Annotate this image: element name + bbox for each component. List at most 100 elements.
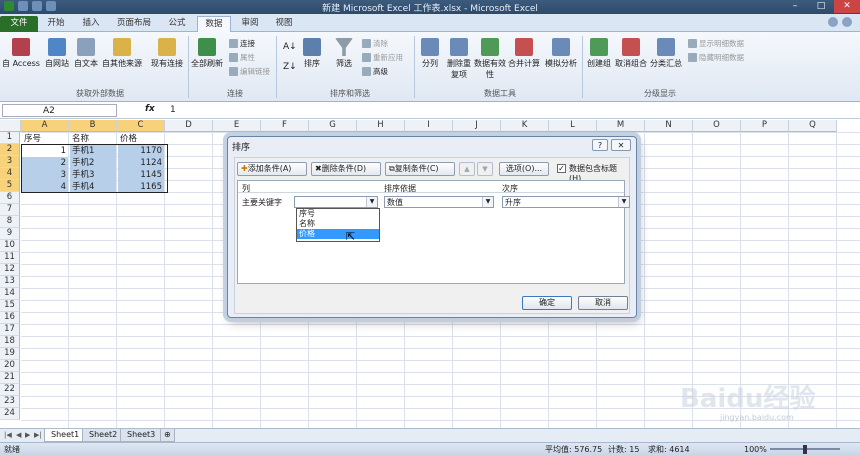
tab-home[interactable]: 开始 <box>40 16 72 32</box>
move-up-icon[interactable]: ▲ <box>459 162 475 176</box>
chevron-down-icon[interactable]: ▼ <box>618 197 629 207</box>
from-text-button[interactable]: 自文本 <box>72 38 100 69</box>
column-header-l[interactable]: L <box>549 120 597 132</box>
dropdown-option[interactable]: 序号 <box>297 209 379 219</box>
row-header[interactable]: 18 <box>0 336 20 348</box>
refresh-all-button[interactable]: 全部刷新 <box>190 38 224 69</box>
column-header-c[interactable]: C <box>117 120 165 132</box>
tab-review[interactable]: 审阅 <box>234 16 266 32</box>
tab-insert[interactable]: 插入 <box>75 16 107 32</box>
minimize-icon[interactable]: – <box>782 0 808 13</box>
row-header[interactable]: 23 <box>0 396 20 408</box>
row-header[interactable]: 16 <box>0 312 20 324</box>
column-header-q[interactable]: Q <box>789 120 837 132</box>
ok-button[interactable]: 确定 <box>522 296 572 310</box>
row-header[interactable]: 21 <box>0 372 20 384</box>
data-validation-button[interactable]: 数据有效性 <box>474 38 506 80</box>
sheet-tab[interactable]: Sheet2 <box>82 429 125 442</box>
row-header[interactable]: 13 <box>0 276 20 288</box>
row-header[interactable]: 6 <box>0 192 20 204</box>
column-header-n[interactable]: N <box>645 120 693 132</box>
edit-links-button[interactable]: 编辑链接 <box>229 66 270 77</box>
sort-asc-button[interactable]: A↓ <box>283 42 297 52</box>
sheet-tab[interactable]: Sheet3 <box>120 429 163 442</box>
advanced-button[interactable]: 高级 <box>362 66 388 77</box>
row-header[interactable]: 19 <box>0 348 20 360</box>
sort-on-select[interactable]: 数值 ▼ <box>384 196 494 208</box>
existing-connections-button[interactable]: 现有连接 <box>148 38 186 69</box>
row-header[interactable]: 20 <box>0 360 20 372</box>
row-header[interactable]: 17 <box>0 324 20 336</box>
row-header[interactable]: 11 <box>0 252 20 264</box>
column-header-p[interactable]: P <box>741 120 789 132</box>
from-access-button[interactable]: 自 Access <box>2 38 40 69</box>
sort-desc-button[interactable]: Z↓ <box>283 62 297 72</box>
maximize-icon[interactable]: □ <box>808 0 834 13</box>
select-all-corner[interactable] <box>0 120 21 132</box>
column-header-e[interactable]: E <box>213 120 261 132</box>
row-header[interactable]: 8 <box>0 216 20 228</box>
filter-button[interactable]: 筛选 <box>332 38 356 69</box>
first-sheet-icon[interactable]: |◀ <box>4 431 12 439</box>
row-header[interactable]: 7 <box>0 204 20 216</box>
from-other-button[interactable]: 自其他来源 <box>100 38 144 69</box>
tab-formulas[interactable]: 公式 <box>160 16 194 32</box>
column-header-f[interactable]: F <box>261 120 309 132</box>
column-header-m[interactable]: M <box>597 120 645 132</box>
hide-detail-button[interactable]: 隐藏明细数据 <box>688 52 744 63</box>
dialog-close-button[interactable]: ✕ <box>611 139 631 151</box>
column-header-g[interactable]: G <box>309 120 357 132</box>
column-header-a[interactable]: A <box>21 120 69 132</box>
chevron-down-icon[interactable]: ▼ <box>482 197 493 207</box>
column-header-d[interactable]: D <box>165 120 213 132</box>
delete-level-button[interactable]: ✖删除条件(D) <box>311 162 381 176</box>
ungroup-button[interactable]: 取消组合 <box>614 38 648 69</box>
formula-input[interactable]: 1 <box>170 105 176 115</box>
row-header[interactable]: 9 <box>0 228 20 240</box>
consolidate-button[interactable]: 合并计算 <box>506 38 542 69</box>
row-header[interactable]: 22 <box>0 384 20 396</box>
properties-button[interactable]: 属性 <box>229 52 255 63</box>
tab-file[interactable]: 文件 <box>0 16 38 32</box>
remove-duplicates-button[interactable]: 删除重复项 <box>444 38 474 80</box>
column-header-o[interactable]: O <box>693 120 741 132</box>
dropdown-option[interactable]: 名称 <box>297 219 379 229</box>
tab-data[interactable]: 数据 <box>197 16 231 32</box>
row-header[interactable]: 5 <box>0 180 20 192</box>
minimize-ribbon-icon[interactable] <box>828 17 838 27</box>
tab-page-layout[interactable]: 页面布局 <box>110 16 158 32</box>
help-button[interactable]: ? <box>592 139 608 151</box>
zoom-slider-thumb[interactable] <box>803 445 807 454</box>
order-select[interactable]: 升序 ▼ <box>502 196 630 208</box>
row-header[interactable]: 24 <box>0 408 20 420</box>
connections-button[interactable]: 连接 <box>229 38 255 49</box>
row-header[interactable]: 3 <box>0 156 20 168</box>
column-header-j[interactable]: J <box>453 120 501 132</box>
column-header-i[interactable]: I <box>405 120 453 132</box>
chevron-down-icon[interactable]: ▼ <box>366 197 377 207</box>
column-header-h[interactable]: H <box>357 120 405 132</box>
move-down-icon[interactable]: ▼ <box>477 162 493 176</box>
column-header-k[interactable]: K <box>501 120 549 132</box>
row-header[interactable]: 2 <box>0 144 20 156</box>
next-sheet-icon[interactable]: ▶ <box>25 431 30 439</box>
insert-sheet-icon[interactable]: ⊕ <box>160 429 175 442</box>
what-if-button[interactable]: 模拟分析 <box>542 38 580 69</box>
options-button[interactable]: 选项(O)... <box>499 162 549 176</box>
prev-sheet-icon[interactable]: ◀ <box>16 431 21 439</box>
tab-view[interactable]: 视图 <box>268 16 300 32</box>
sort-button[interactable]: 排序 <box>300 38 324 69</box>
help-icon[interactable] <box>842 17 852 27</box>
row-header[interactable]: 12 <box>0 264 20 276</box>
from-web-button[interactable]: 自网站 <box>42 38 72 69</box>
subtotal-button[interactable]: 分类汇总 <box>648 38 684 69</box>
has-headers-checkbox[interactable]: ✓ <box>557 164 566 173</box>
last-sheet-icon[interactable]: ▶| <box>34 431 42 439</box>
zoom-level[interactable]: 100% <box>744 443 767 456</box>
sort-by-column-select[interactable]: ▼ <box>294 196 378 208</box>
close-icon[interactable]: ✕ <box>834 0 860 13</box>
row-header[interactable]: 4 <box>0 168 20 180</box>
group-button[interactable]: 创建组 <box>584 38 614 69</box>
cancel-button[interactable]: 取消 <box>578 296 628 310</box>
text-to-columns-button[interactable]: 分列 <box>418 38 442 69</box>
